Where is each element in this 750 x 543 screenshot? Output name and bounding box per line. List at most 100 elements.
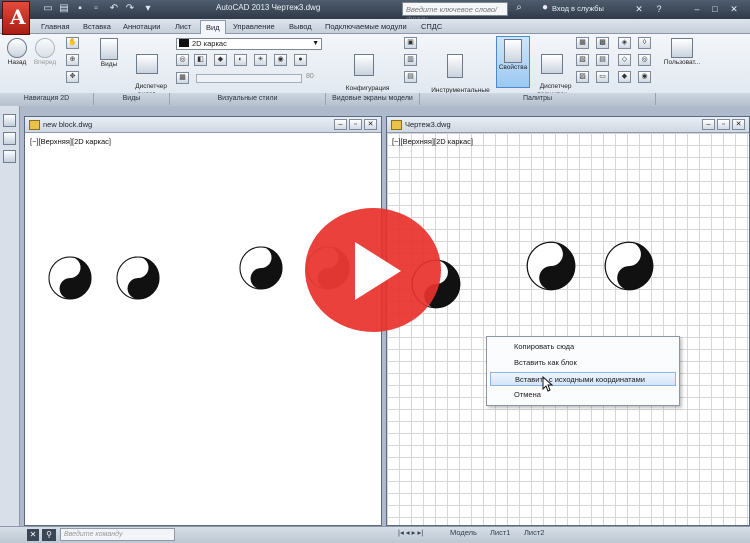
menu-item-copy-here[interactable]: Копировать сюда: [490, 340, 676, 354]
lights-icon[interactable]: ◎: [638, 54, 651, 66]
menu-item-cancel[interactable]: Отмена: [490, 388, 676, 402]
user-interface-icon: [671, 38, 693, 58]
shadows-icon[interactable]: ☀: [254, 54, 267, 66]
first-layout-icon[interactable]: |◂ ◂ ▸ ▸|: [398, 528, 423, 537]
face-style-icon[interactable]: ◐: [234, 54, 247, 66]
menu-item-paste-original-coords[interactable]: Вставить с исходными координатами: [490, 372, 676, 386]
panel-title-blank: [656, 93, 750, 105]
material-icon[interactable]: ●: [294, 54, 307, 66]
tab-home[interactable]: Главная: [36, 20, 75, 34]
command-tools-icon[interactable]: ⚲: [42, 529, 56, 541]
yin-yang-symbol[interactable]: [115, 255, 161, 301]
workspace-icon[interactable]: ▾: [140, 2, 156, 16]
layers-icon[interactable]: [3, 132, 16, 145]
markup-icon[interactable]: ▨: [576, 71, 589, 83]
tab-plugins[interactable]: Подключаемые модули: [320, 20, 412, 34]
doc-minimize-button[interactable]: –: [334, 119, 347, 130]
tab-sheet1[interactable]: Лист1: [490, 528, 510, 537]
doc-minimize-button[interactable]: –: [702, 119, 715, 130]
viewport-label[interactable]: [−][Верхняя][2D каркас]: [392, 137, 473, 146]
redo-icon[interactable]: ↷: [122, 2, 138, 16]
autocad-logo-icon[interactable]: A: [2, 1, 30, 35]
opacity-icon[interactable]: ▦: [176, 72, 189, 84]
user-icon[interactable]: ●: [538, 2, 552, 16]
ruler-icon[interactable]: ◆: [618, 71, 631, 83]
layer-icon[interactable]: ▩: [596, 37, 609, 49]
block-icon[interactable]: ◇: [618, 54, 631, 66]
help-icon[interactable]: ?: [652, 2, 666, 16]
search-icon[interactable]: ⌕: [512, 2, 526, 16]
ribbon-tabs: Главная Вставка Аннотации Лист Вид Управ…: [0, 19, 750, 34]
zoom-extents-icon[interactable]: ⊕: [66, 54, 79, 66]
color-icon[interactable]: ◆: [214, 54, 227, 66]
orbit-icon[interactable]: ✥: [66, 71, 79, 83]
yin-yang-symbol[interactable]: [525, 240, 577, 292]
render-icon[interactable]: ◉: [638, 71, 651, 83]
tab-model[interactable]: Модель: [450, 528, 477, 537]
properties-button[interactable]: Свойства: [496, 36, 530, 88]
tab-view[interactable]: Вид: [200, 20, 226, 34]
menu-item-paste-as-block[interactable]: Вставить как блок: [490, 356, 676, 370]
visual-style-select[interactable]: 2D каркас ▼: [176, 38, 322, 50]
design-center-icon[interactable]: ▦: [576, 37, 589, 49]
tool-palettes-icon: [447, 54, 463, 78]
yin-yang-symbol[interactable]: [238, 245, 284, 291]
close-command-icon[interactable]: ✕: [27, 529, 39, 541]
properties-icon: [504, 39, 522, 63]
undo-icon[interactable]: ↶: [106, 2, 122, 16]
search-input[interactable]: Введите ключевое слово/фразу: [402, 2, 508, 23]
tab-annotate[interactable]: Аннотации: [118, 20, 166, 34]
file-tabs-icon[interactable]: [3, 114, 16, 127]
named-viewports-icon[interactable]: ▣: [404, 37, 417, 49]
yin-yang-symbol[interactable]: [47, 255, 93, 301]
open-folder-icon[interactable]: ▤: [56, 2, 72, 16]
save-icon[interactable]: ▪: [72, 2, 88, 16]
context-menu: Копировать сюда Вставить как блок Встави…: [486, 336, 680, 406]
chevron-down-icon: ▼: [312, 40, 319, 47]
left-toolbar: [0, 106, 20, 526]
viewport-label[interactable]: [−][Верхняя][2D каркас]: [30, 137, 111, 146]
command-input[interactable]: Введите команду: [60, 528, 175, 541]
zoom-back-icon: [7, 38, 27, 58]
calculator-icon[interactable]: ▤: [596, 54, 609, 66]
close-button[interactable]: ✕: [727, 2, 741, 16]
doc-close-button[interactable]: ✕: [364, 119, 377, 130]
doc-restore-button[interactable]: ▫: [349, 119, 362, 130]
panel-title-palettes: Палитры: [420, 93, 656, 105]
tab-insert[interactable]: Вставка: [78, 20, 116, 34]
forward-button[interactable]: Вперед: [32, 38, 58, 67]
title-bar: ▭ ▤ ▪ ▫ ↶ ↷ ▾ AutoCAD 2013 Чертеж3.dwg В…: [0, 0, 750, 23]
external-refs-icon[interactable]: ▧: [576, 54, 589, 66]
edge-icon[interactable]: ◧: [194, 54, 207, 66]
pan-icon[interactable]: ✋: [66, 37, 79, 49]
command-line-icon[interactable]: ▭: [596, 71, 609, 83]
doc-restore-button[interactable]: ▫: [717, 119, 730, 130]
user-interface-button[interactable]: Пользоват...: [660, 38, 704, 67]
maximize-button[interactable]: □: [708, 2, 722, 16]
minimize-button[interactable]: –: [690, 2, 704, 16]
material-browser-icon[interactable]: ◊: [638, 37, 651, 49]
restore-viewport-icon[interactable]: ▤: [404, 71, 417, 83]
save-as-icon[interactable]: ▫: [88, 2, 104, 16]
tab-manage[interactable]: Управление: [228, 20, 280, 34]
window-title: AutoCAD 2013 Чертеж3.dwg: [216, 3, 321, 12]
lighting-icon[interactable]: ◉: [274, 54, 287, 66]
exchange-icon[interactable]: ✕: [632, 2, 646, 16]
yin-yang-symbol[interactable]: [603, 240, 655, 292]
xray-icon[interactable]: ◎: [176, 54, 189, 66]
views-button[interactable]: Виды: [96, 38, 122, 69]
video-play-button[interactable]: [303, 205, 443, 335]
new-file-icon[interactable]: ▭: [40, 2, 56, 16]
doc-close-button[interactable]: ✕: [732, 119, 745, 130]
sheet-icon[interactable]: ◈: [618, 37, 631, 49]
tab-layout[interactable]: Лист: [170, 20, 196, 34]
panel-title-navigation: Навигация 2D: [0, 93, 94, 105]
opacity-slider[interactable]: [196, 74, 302, 83]
tab-sheet2[interactable]: Лист2: [524, 528, 544, 537]
back-button[interactable]: Назад: [4, 38, 30, 67]
tab-output[interactable]: Вывод: [284, 20, 317, 34]
tab-spds[interactable]: СПДС: [416, 20, 447, 34]
signin-link[interactable]: Вход в службы: [552, 4, 604, 13]
stack-icon[interactable]: [3, 150, 16, 163]
join-viewports-icon[interactable]: ▥: [404, 54, 417, 66]
